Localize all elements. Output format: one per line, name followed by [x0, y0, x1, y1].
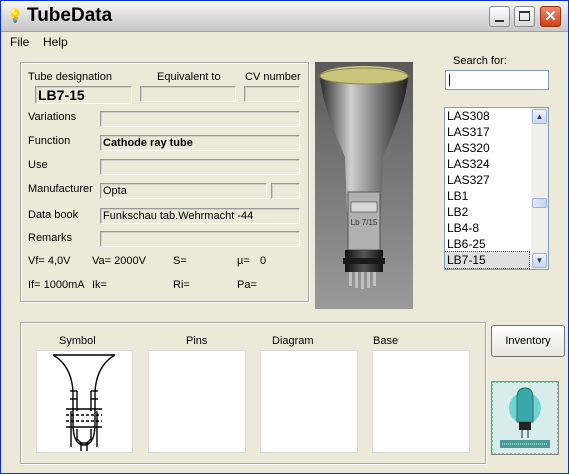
tube-list-item[interactable]: LB2	[445, 204, 529, 220]
base-panel	[372, 350, 470, 453]
use-label: Use	[28, 159, 48, 171]
close-button[interactable]: ✕	[540, 6, 561, 27]
inventory-button[interactable]: Inventory	[491, 325, 565, 357]
cv-number-label: CV number	[245, 71, 301, 83]
scroll-thumb[interactable]	[532, 197, 547, 208]
search-label: Search for:	[453, 55, 507, 67]
menu-file[interactable]: File	[10, 35, 29, 49]
if-value: If= 1000mA	[28, 279, 85, 291]
tube-list-item[interactable]: LAS324	[445, 156, 529, 172]
menu-bar: File Help	[1, 32, 568, 52]
maximize-icon	[519, 11, 530, 21]
tube-photo: Lb 7/15	[315, 62, 413, 309]
tube-designation-label: Tube designation	[28, 71, 112, 83]
app-logo	[491, 381, 559, 455]
equivalent-to-label: Equivalent to	[157, 71, 221, 83]
minimize-icon	[495, 20, 504, 22]
remarks-label: Remarks	[28, 232, 73, 244]
data-book-label: Data book	[28, 209, 79, 221]
function-label: Function	[28, 135, 71, 147]
tube-label-text: Lb 7/15	[351, 218, 378, 227]
pins-panel	[148, 350, 246, 453]
mu-label: µ=	[237, 255, 250, 267]
text-caret	[449, 74, 450, 86]
tube-list-item[interactable]: LAS320	[445, 140, 529, 156]
tube-list-item[interactable]: LAS308	[445, 108, 529, 124]
equivalent-to-field[interactable]	[140, 86, 236, 102]
manufacturer-extra-field[interactable]	[271, 183, 300, 199]
variations-label: Variations	[28, 111, 77, 123]
tube-logo-icon	[492, 382, 558, 454]
search-input[interactable]	[445, 70, 549, 90]
close-icon: ✕	[544, 8, 557, 25]
pins-label: Pins	[186, 335, 208, 347]
diagram-panel	[260, 350, 358, 453]
maximize-button[interactable]	[514, 6, 535, 27]
tube-photo-image: Lb 7/15	[315, 62, 413, 309]
use-field[interactable]	[100, 159, 300, 175]
lightbulb-icon[interactable]: 💡	[7, 8, 23, 24]
va-value: Va= 2000V	[92, 255, 146, 267]
title-bar[interactable]: 💡 TubeData ✕	[1, 1, 568, 32]
variations-field[interactable]	[100, 111, 300, 127]
tube-list-item[interactable]: LB6-25	[445, 236, 529, 252]
diagram-label: Diagram	[272, 335, 314, 347]
menu-help[interactable]: Help	[43, 35, 68, 49]
tube-list[interactable]: LAS308 LAS317 LAS320 LAS324 LAS327 LB1 LB2 LB4-…	[444, 107, 549, 270]
data-book-field[interactable]: Funkschau tab.Wehrmacht -44	[100, 208, 300, 224]
manufacturer-label: Manufacturer	[28, 183, 93, 195]
function-field[interactable]: Cathode ray tube	[100, 135, 300, 151]
chevron-up-icon: ▲	[535, 112, 544, 121]
window-title: TubeData	[27, 5, 113, 26]
tube-list-item[interactable]: LAS327	[445, 172, 529, 188]
remarks-field[interactable]	[100, 231, 300, 247]
mu-value: 0	[260, 255, 267, 267]
tube-list-item[interactable]: LAS317	[445, 124, 529, 140]
app-window: 💡 TubeData ✕ File Help Tube designation …	[0, 0, 569, 474]
minimize-button[interactable]	[489, 6, 510, 27]
tube-list-item[interactable]: LB1	[445, 188, 529, 204]
chevron-down-icon: ▼	[535, 256, 544, 265]
tube-symbol-icon	[52, 354, 116, 451]
tube-list-item[interactable]: LB7-15	[445, 251, 530, 269]
tube-list-item[interactable]: LB4-8	[445, 220, 529, 236]
s-value: S=	[173, 255, 187, 267]
cv-number-field[interactable]	[244, 86, 300, 102]
tube-list-scrollbar[interactable]: ▲ ▼	[531, 108, 548, 269]
symbol-label: Symbol	[59, 335, 96, 347]
scroll-up-button[interactable]: ▲	[532, 109, 547, 124]
base-label: Base	[373, 335, 399, 347]
ik-value: Ik=	[92, 279, 107, 291]
scroll-down-button[interactable]: ▼	[532, 253, 547, 268]
vf-value: Vf= 4,0V	[28, 255, 71, 267]
ri-value: Ri=	[173, 279, 190, 291]
manufacturer-field[interactable]: Opta	[100, 183, 267, 199]
pa-value: Pa=	[237, 279, 257, 291]
symbol-panel	[36, 350, 133, 453]
tube-designation-field[interactable]: LB7-15	[35, 86, 132, 104]
